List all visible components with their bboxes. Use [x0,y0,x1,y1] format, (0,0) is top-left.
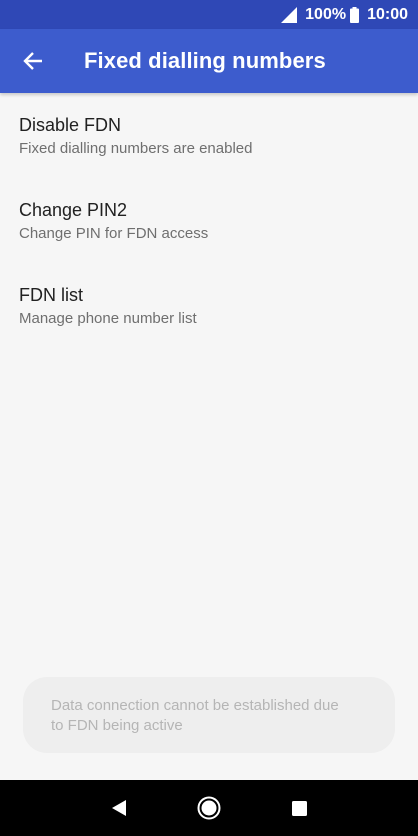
arrow-left-icon [23,52,42,70]
screen: 100% 10:00 Fixed dialling numbers Disabl… [0,0,418,836]
menu-item-title: Disable FDN [19,115,122,135]
signal-icon [281,6,298,23]
battery-percent: 100% [305,5,347,23]
navigation-bar [0,780,418,836]
back-button[interactable] [18,46,48,76]
clock: 10:00 [367,5,408,23]
menu-item-summary: Change PIN for FDN access [19,225,209,242]
app-bar: Fixed dialling numbers [0,29,418,93]
page-title: Fixed dialling numbers [84,48,326,73]
menu-item-change-pin2[interactable]: Change PIN2 Change PIN for FDN access [0,178,418,263]
toast-line-1: Data connection cannot be established du… [51,697,339,714]
nav-recents-button[interactable] [279,788,319,828]
recents-square-icon [291,800,307,816]
menu-item-title: FDN list [19,285,83,305]
menu-item-disable-fdn[interactable]: Disable FDN Fixed dialling numbers are e… [0,93,418,178]
menu-item-fdn-list[interactable]: FDN list Manage phone number list [0,263,418,348]
menu-item-title: Change PIN2 [19,200,128,220]
battery-icon [350,6,360,23]
menu-item-summary: Fixed dialling numbers are enabled [19,140,253,157]
back-triangle-icon [112,800,126,816]
status-bar: 100% 10:00 [0,0,418,29]
home-circle-icon [197,796,221,820]
nav-back-button[interactable] [99,788,139,828]
fdn-menu-list: Disable FDN Fixed dialling numbers are e… [0,93,418,348]
nav-home-button[interactable] [189,788,229,828]
toast-message: Data connection cannot be established du… [23,677,395,753]
toast-line-2: to FDN being active [51,717,183,734]
menu-item-summary: Manage phone number list [19,310,197,327]
